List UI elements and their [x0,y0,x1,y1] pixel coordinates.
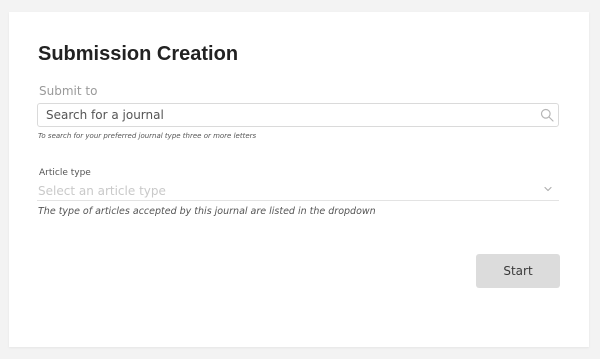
article-type-hint: The type of articles accepted by this jo… [38,206,376,217]
start-button[interactable]: Start [476,254,560,288]
search-icon [540,108,554,122]
submission-card: Submission Creation Submit to To search … [9,12,589,347]
journal-search-input[interactable] [46,104,526,126]
chevron-down-icon[interactable] [543,184,553,194]
submit-to-label: Submit to [39,84,98,98]
journal-search-hint: To search for your preferred journal typ… [38,132,257,140]
journal-search-field[interactable] [37,103,559,127]
article-type-select[interactable]: Select an article type [37,180,559,201]
article-type-placeholder: Select an article type [38,184,166,198]
page-title: Submission Creation [38,43,239,65]
article-type-label: Article type [39,168,91,178]
